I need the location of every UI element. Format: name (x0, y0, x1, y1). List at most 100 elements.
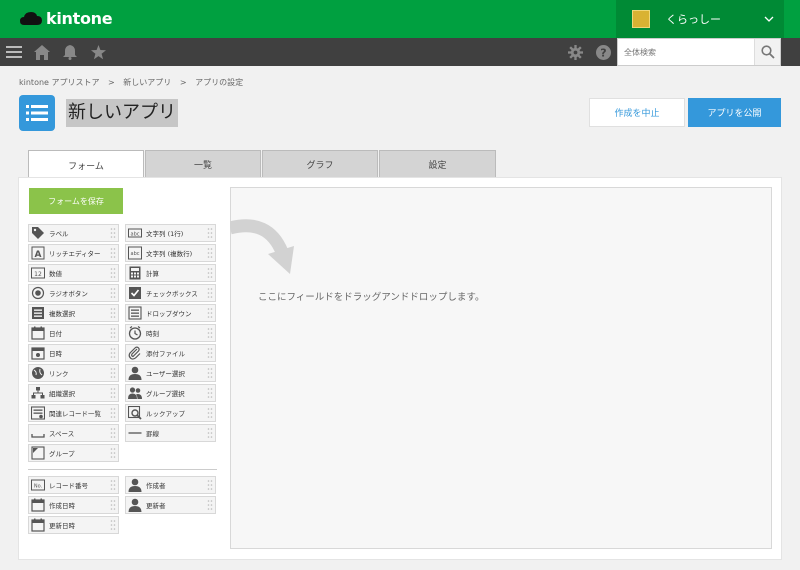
drag-handle-icon[interactable] (207, 427, 213, 439)
drag-handle-icon[interactable] (110, 447, 116, 459)
drag-handle-icon[interactable] (207, 247, 213, 259)
drag-handle-icon[interactable] (110, 327, 116, 339)
drag-handle-icon[interactable] (207, 227, 213, 239)
breadcrumb-link-appstore[interactable]: kintone アプリストア (19, 78, 100, 87)
drag-handle-icon[interactable] (110, 407, 116, 419)
palette-field[interactable]: 日付 (28, 324, 119, 342)
tab-graph[interactable]: グラフ (262, 150, 378, 178)
breadcrumb-separator: > (179, 78, 187, 87)
field-label: チェックボックス (146, 290, 198, 298)
palette-field[interactable]: ドロップダウン (125, 304, 216, 322)
user-icon (128, 478, 142, 492)
drag-handle-icon[interactable] (207, 387, 213, 399)
search-icon (760, 45, 775, 59)
tab-settings[interactable]: 設定 (379, 150, 496, 178)
help-icon[interactable]: ? (594, 43, 612, 61)
palette-field[interactable]: ルックアップ (125, 404, 216, 422)
bell-icon[interactable] (61, 43, 79, 61)
palette-field[interactable]: 組織選択 (28, 384, 119, 402)
field-label: 複数選択 (49, 310, 75, 318)
cancel-creation-button[interactable]: 作成を中止 (589, 98, 685, 127)
drag-handle-icon[interactable] (110, 287, 116, 299)
chevron-down-icon (764, 16, 774, 22)
drag-handle-icon[interactable] (110, 347, 116, 359)
palette-field[interactable]: 12 数値 (28, 264, 119, 282)
palette-field[interactable]: 作成者 (125, 476, 216, 494)
palette-field[interactable]: 作成日時 (28, 496, 119, 514)
drag-handle-icon[interactable] (110, 387, 116, 399)
group-icon (31, 446, 45, 460)
search-input[interactable] (618, 39, 756, 65)
drag-handle-icon[interactable] (207, 287, 213, 299)
svg-text:No.: No. (34, 484, 43, 490)
drag-handle-icon[interactable] (110, 519, 116, 531)
search-button[interactable] (754, 39, 780, 65)
field-label: リンク (49, 370, 69, 378)
palette-field[interactable]: 更新日時 (28, 516, 119, 534)
calculator-icon (128, 266, 142, 280)
drag-handle-icon[interactable] (207, 479, 213, 491)
palette-field[interactable]: 更新者 (125, 496, 216, 514)
home-icon[interactable] (33, 43, 51, 61)
breadcrumb-link-newapp[interactable]: 新しいアプリ (123, 78, 171, 87)
palette-field[interactable]: 日時 (28, 344, 119, 362)
drag-handle-icon[interactable] (110, 367, 116, 379)
save-form-button[interactable]: フォームを保存 (29, 188, 123, 214)
palette-field[interactable]: abc 文字列 (複数行) (125, 244, 216, 262)
drag-handle-icon[interactable] (207, 347, 213, 359)
hamburger-menu-icon[interactable] (5, 43, 23, 61)
drag-handle-icon[interactable] (110, 227, 116, 239)
gear-icon[interactable] (566, 43, 584, 61)
drag-handle-icon[interactable] (110, 499, 116, 511)
tab-form[interactable]: フォーム (28, 150, 144, 179)
palette-field[interactable]: 添付ファイル (125, 344, 216, 362)
palette-field[interactable]: スペース (28, 424, 119, 442)
svg-text:?: ? (600, 46, 606, 59)
palette-field[interactable]: チェックボックス (125, 284, 216, 302)
palette-field[interactable]: No. レコード番号 (28, 476, 119, 494)
palette-field[interactable]: ユーザー選択 (125, 364, 216, 382)
drag-handle-icon[interactable] (207, 367, 213, 379)
drag-handle-icon[interactable] (110, 267, 116, 279)
publish-app-button[interactable]: アプリを公開 (688, 98, 781, 127)
drag-handle-icon[interactable] (207, 327, 213, 339)
svg-text:A: A (35, 250, 42, 260)
palette-field[interactable]: ラジオボタン (28, 284, 119, 302)
field-label: 添付ファイル (146, 350, 185, 358)
palette-field[interactable]: ラベル (28, 224, 119, 242)
tab-list[interactable]: 一覧 (145, 150, 261, 178)
user-menu[interactable]: くらっしー (616, 0, 784, 38)
palette-field[interactable]: abc 文字列 (1行) (125, 224, 216, 242)
clock-icon (128, 326, 142, 340)
palette-field[interactable]: グループ (28, 444, 119, 462)
star-icon[interactable] (89, 43, 107, 61)
palette-field[interactable]: A リッチエディター (28, 244, 119, 262)
palette-field[interactable]: 時刻 (125, 324, 216, 342)
svg-text:abc: abc (131, 231, 140, 237)
drag-handle-icon[interactable] (110, 427, 116, 439)
field-label: 時刻 (146, 330, 159, 338)
global-search (617, 38, 781, 66)
dropzone-message: ここにフィールドをドラッグアンドドロップします。 (258, 292, 485, 303)
palette-field[interactable]: 関連レコード一覧 (28, 404, 119, 422)
drag-handle-icon[interactable] (110, 307, 116, 319)
palette-field[interactable]: グループ選択 (125, 384, 216, 402)
drag-handle-icon[interactable] (110, 479, 116, 491)
palette-field[interactable]: 罫線 (125, 424, 216, 442)
field-label: グループ選択 (146, 390, 185, 398)
app-title-input[interactable]: 新しいアプリ (66, 99, 178, 127)
drag-handle-icon[interactable] (207, 267, 213, 279)
drag-handle-icon[interactable] (207, 407, 213, 419)
dropdown-icon (128, 306, 142, 320)
drag-handle-icon[interactable] (110, 247, 116, 259)
drag-handle-icon[interactable] (207, 499, 213, 511)
palette-field[interactable]: リンク (28, 364, 119, 382)
kintone-logo[interactable]: kintone (20, 9, 113, 28)
palette-field[interactable]: 複数選択 (28, 304, 119, 322)
palette-field[interactable]: 計算 (125, 264, 216, 282)
field-label: 文字列 (1行) (146, 230, 184, 238)
app-icon (19, 95, 55, 131)
field-label: ラジオボタン (49, 290, 88, 298)
drag-handle-icon[interactable] (207, 307, 213, 319)
form-dropzone[interactable] (230, 187, 772, 549)
